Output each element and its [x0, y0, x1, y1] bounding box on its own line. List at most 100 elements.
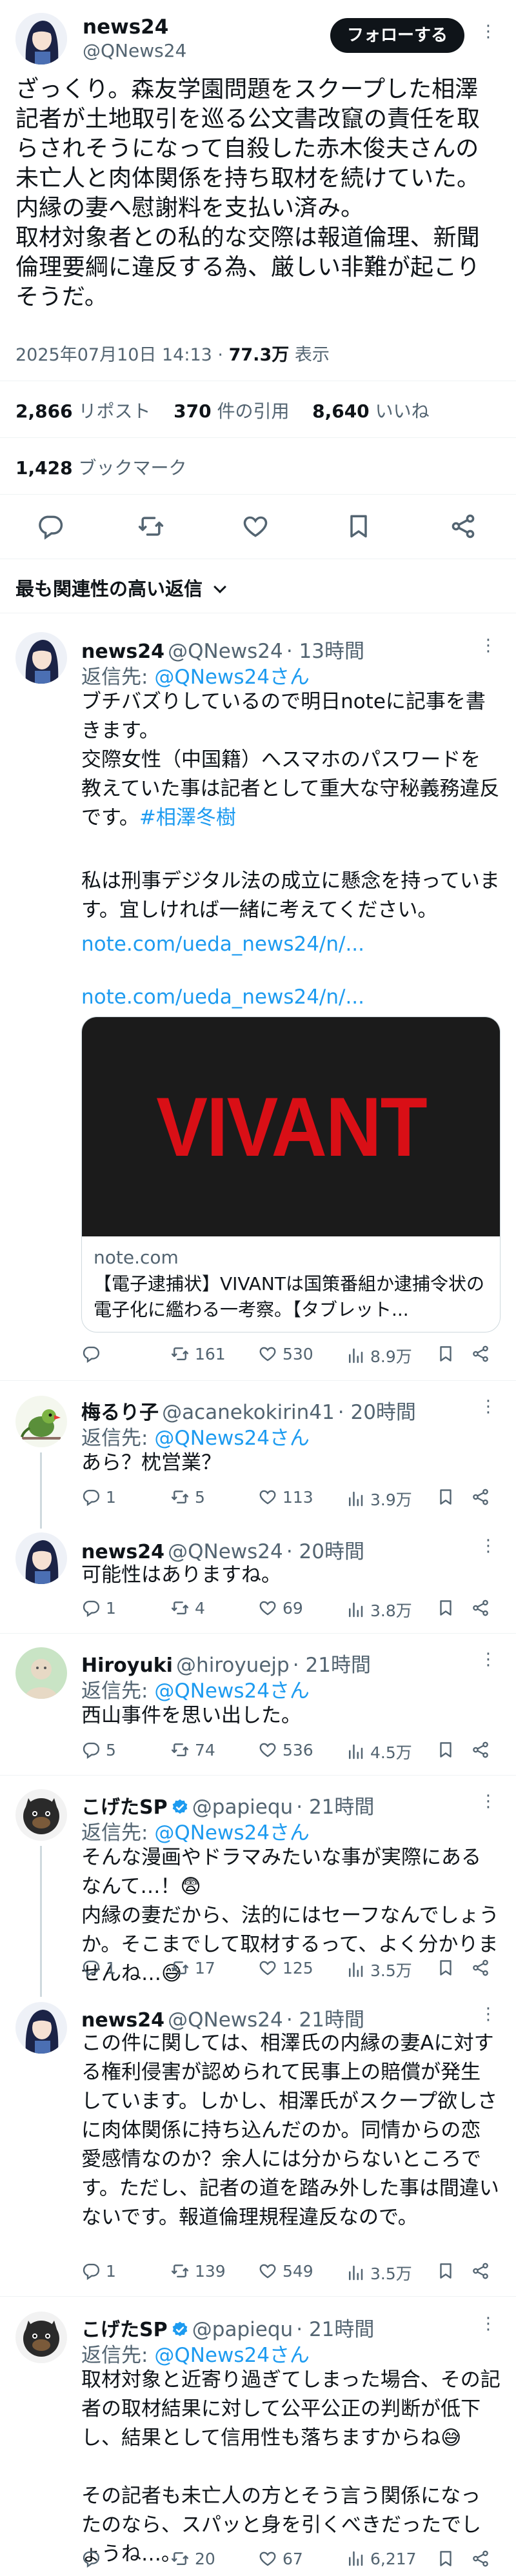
more-icon[interactable]: ⋮ [480, 2005, 497, 2024]
reply-avatar[interactable] [15, 1647, 67, 1699]
share-button[interactable] [471, 1740, 490, 1759]
author-handle[interactable]: @QNews24 [83, 40, 186, 61]
note-link-1[interactable]: note.com/ueda_news24/n/... [81, 933, 364, 956]
more-icon[interactable]: ⋮ [480, 1397, 497, 1416]
bookmark-button[interactable] [436, 1958, 455, 1977]
bookmark-button[interactable] [436, 1344, 455, 1363]
share-button[interactable] [471, 1487, 490, 1507]
link-card[interactable]: VIVANT note.com 【電子逮捕状】VIVANTは国策番組か逮捕令状の… [81, 1016, 501, 1333]
reply-time[interactable]: · 20時間 [338, 1401, 416, 1424]
reply-author-name[interactable]: こげたSP [81, 1796, 168, 1819]
reply-button[interactable] [81, 1344, 106, 1363]
reply-avatar[interactable] [15, 2312, 67, 2363]
reply-time[interactable]: · 13時間 [286, 640, 364, 663]
like-button[interactable]: 549 [258, 2261, 313, 2281]
replying-to-handle[interactable]: @QNews24さん [154, 666, 310, 689]
repost-button[interactable]: 5 [170, 1487, 205, 1507]
views-button[interactable]: 4.5万 [346, 1740, 412, 1763]
reply-button[interactable]: 1 [81, 1958, 116, 1977]
reply-author-name[interactable]: news24 [81, 640, 164, 663]
reply-time[interactable]: · 21時間 [296, 1796, 374, 1819]
reply-button[interactable]: 1 [81, 1598, 116, 1618]
reply-time[interactable]: · 21時間 [293, 1654, 371, 1677]
reply-avatar[interactable] [15, 1396, 67, 1447]
replying-to-handle[interactable]: @QNews24さん [154, 1679, 310, 1703]
hashtag-link[interactable]: #相澤冬樹 [139, 806, 236, 829]
sort-dropdown[interactable]: 最も関連性の高い返信 [15, 574, 227, 601]
like-button[interactable]: 125 [258, 1958, 313, 1977]
reply-avatar[interactable] [15, 2002, 67, 2054]
views-button[interactable]: 8.9万 [346, 1344, 412, 1367]
views-button[interactable]: 6,217 [346, 2549, 417, 2568]
like-button[interactable]: 67 [258, 2549, 303, 2568]
reply-avatar[interactable] [15, 632, 67, 684]
reply-button[interactable] [81, 2549, 106, 2568]
bookmark-button[interactable] [436, 2549, 455, 2568]
like-button[interactable]: 113 [258, 1487, 313, 1507]
like-button[interactable]: 536 [258, 1740, 313, 1759]
share-button[interactable] [471, 1598, 490, 1618]
share-button[interactable] [471, 1958, 490, 1977]
more-icon[interactable]: ⋮ [480, 1792, 497, 1811]
share-icon[interactable] [449, 512, 477, 540]
repost-button[interactable]: 139 [170, 2261, 226, 2281]
bookmark-button[interactable] [436, 1598, 455, 1618]
bookmark-icon[interactable] [344, 512, 373, 540]
likes-stat[interactable]: 8,640 いいね [312, 401, 430, 422]
reply-button[interactable]: 5 [81, 1740, 116, 1759]
follow-button[interactable]: フォローする [330, 18, 465, 53]
reply-author-name[interactable]: news24 [81, 2009, 164, 2032]
more-icon[interactable]: ⋮ [480, 636, 497, 655]
author-name[interactable]: news24 [83, 15, 168, 39]
quotes-stat[interactable]: 370 件の引用 [174, 401, 289, 422]
replying-to-handle[interactable]: @QNews24さん [154, 1427, 310, 1450]
reply-author-handle[interactable]: @papiequ [192, 2318, 293, 2341]
views-button[interactable]: 3.8万 [346, 1598, 412, 1621]
more-icon[interactable]: ⋮ [480, 1536, 497, 1556]
like-button[interactable]: 530 [258, 1344, 313, 1363]
reposts-stat[interactable]: 2,866 リポスト [15, 401, 151, 422]
reply-author-name[interactable]: Hiroyuki [81, 1654, 173, 1677]
bookmark-button[interactable] [436, 2261, 455, 2281]
reply-author-name[interactable]: news24 [81, 1541, 164, 1563]
reply-time[interactable]: · 21時間 [286, 2008, 364, 2032]
share-button[interactable] [471, 2549, 490, 2568]
bookmark-button[interactable] [436, 1740, 455, 1759]
reply-button[interactable]: 1 [81, 2261, 116, 2281]
reply-button[interactable]: 1 [81, 1487, 116, 1507]
like-button[interactable]: 69 [258, 1598, 303, 1618]
repost-icon[interactable] [137, 512, 165, 540]
repost-button[interactable]: 4 [170, 1598, 205, 1618]
bookmark-button[interactable] [436, 1487, 455, 1507]
reply-author-handle[interactable]: @papiequ [192, 1796, 293, 1819]
bookmarks-stat[interactable]: 1,428 ブックマーク [15, 454, 187, 480]
repost-button[interactable]: 74 [170, 1740, 215, 1759]
reply-avatar[interactable] [15, 1789, 67, 1841]
author-avatar[interactable] [15, 13, 67, 64]
note-link-2[interactable]: note.com/ueda_news24/n/... [81, 986, 364, 1009]
more-icon[interactable]: ⋮ [480, 2314, 497, 2333]
reply-author-handle[interactable]: @QNews24 [168, 1540, 283, 1563]
reply-time[interactable]: · 20時間 [286, 1540, 364, 1563]
reply-author-name[interactable]: 梅るり子 [81, 1402, 159, 1424]
views-button[interactable]: 3.9万 [346, 1487, 412, 1511]
repost-button[interactable]: 20 [170, 2549, 215, 2568]
more-icon[interactable]: ⋮ [480, 1650, 497, 1669]
reply-author-handle[interactable]: @QNews24 [168, 640, 283, 663]
views-button[interactable]: 3.5万 [346, 2261, 412, 2284]
reply-icon[interactable] [36, 512, 64, 540]
repost-button[interactable]: 161 [170, 1344, 226, 1363]
replying-to-handle[interactable]: @QNews24さん [154, 2344, 310, 2367]
reply-author-handle[interactable]: @hiroyuejp [176, 1654, 290, 1677]
reply-avatar[interactable] [15, 1532, 67, 1584]
share-button[interactable] [471, 2261, 490, 2281]
views-button[interactable]: 3.5万 [346, 1958, 412, 1981]
reply-author-name[interactable]: こげたSP [81, 2319, 168, 2341]
like-icon[interactable] [241, 512, 270, 540]
reply-author-handle[interactable]: @acanekokirin41 [162, 1401, 335, 1424]
replying-to-handle[interactable]: @QNews24さん [154, 1821, 310, 1845]
share-button[interactable] [471, 1344, 490, 1363]
post-timestamp[interactable]: 2025年07月10日 14:13 [15, 345, 212, 365]
reply-time[interactable]: · 21時間 [296, 2318, 374, 2341]
reply-author-handle[interactable]: @QNews24 [168, 2008, 283, 2032]
